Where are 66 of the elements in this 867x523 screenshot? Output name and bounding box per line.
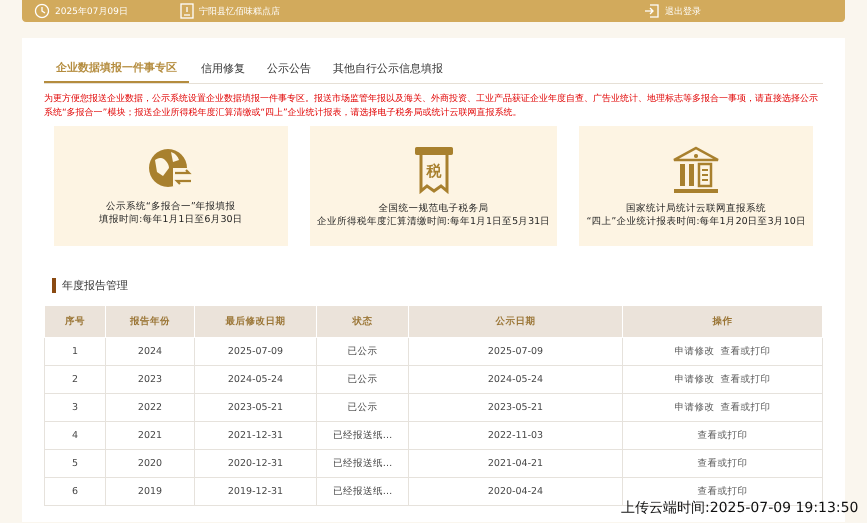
table-cell: 2024 <box>106 338 194 366</box>
card-title: 国家统计局统计云联网直报系统 <box>626 202 766 215</box>
table-cell: 2021-04-21 <box>408 450 622 478</box>
tab[interactable]: 公示公告 <box>257 52 321 83</box>
date-text: 2025年07月09日 <box>55 6 128 18</box>
table-cell: 2021-12-31 <box>194 422 316 450</box>
action-link[interactable]: 查看或打印 <box>698 486 748 497</box>
clock-icon <box>34 3 50 19</box>
notice-text: 为更方便您报送企业数据，公示系统设置企业数据填报一件事专区。报送市场监管年报以及海关、外商投资、工业产品获证企业年度自查、广告业统计、地理标志等多报合一事项，请直接选择公示系统“多报合一”模块；报送企业所得税年度汇算清缴或“四上”企业统计报表，请选择电子税务局或统计云联网直报系统。 <box>44 92 819 120</box>
action-link[interactable]: 申请修改 <box>674 346 714 357</box>
table-cell: 2025-07-09 <box>408 338 622 366</box>
table-cell: 2020-12-31 <box>194 450 316 478</box>
action-link[interactable]: 查看或打印 <box>698 458 748 469</box>
service-card[interactable]: 国家统计局统计云联网直报系统 “四上”企业统计报表时间:每年1月20日至3月10日 <box>579 126 813 246</box>
table-cell: 已经报送纸… <box>316 450 408 478</box>
tab[interactable]: 信用修复 <box>191 52 255 83</box>
card-period: 企业所得税年度汇算清缴时间:每年1月1日至5月31日 <box>316 215 550 228</box>
section-marker <box>52 278 56 293</box>
card-period: “四上”企业统计报表时间:每年1月20日至3月10日 <box>586 215 806 228</box>
column-header: 状态 <box>316 306 408 338</box>
action-link[interactable]: 查看或打印 <box>720 374 770 385</box>
card-title: 全国统一规范电子税务局 <box>378 202 488 215</box>
table-cell: 2020-04-24 <box>408 478 622 506</box>
table-cell: 2023-05-21 <box>408 394 622 422</box>
action-link[interactable]: 申请修改 <box>674 374 714 385</box>
table-cell: 2 <box>44 366 106 394</box>
table-cell: 2022-11-03 <box>408 422 622 450</box>
store-icon <box>180 3 194 19</box>
table-cell: 4 <box>44 422 106 450</box>
table-cell: 已公示 <box>316 394 408 422</box>
table-cell: 6 <box>44 478 106 506</box>
tab[interactable]: 其他自行公示信息填报 <box>323 52 453 83</box>
action-link[interactable]: 申请修改 <box>674 402 714 413</box>
action-link[interactable]: 查看或打印 <box>720 346 770 357</box>
section-title: 年度报告管理 <box>62 278 128 293</box>
service-card[interactable]: 公示系统“多报合一”年报填报 填报时间:每年1月1日至6月30日 <box>54 126 288 246</box>
table-cell: 2024-05-24 <box>194 366 316 394</box>
column-header: 公示日期 <box>408 306 622 338</box>
card-period: 填报时间:每年1月1日至6月30日 <box>99 213 243 226</box>
table-cell: 已公示 <box>316 366 408 394</box>
store-name: 宁阳县忆佰味糕点店 <box>198 6 280 18</box>
action-link[interactable]: 查看或打印 <box>720 402 770 413</box>
table-cell: 2022 <box>106 394 194 422</box>
column-header: 序号 <box>44 306 106 338</box>
table-cell: 2025-07-09 <box>194 338 316 366</box>
column-header: 最后修改日期 <box>194 306 316 338</box>
table-cell: 3 <box>44 394 106 422</box>
column-header: 操作 <box>622 306 822 338</box>
table-cell: 2019-12-31 <box>194 478 316 506</box>
table-cell: 1 <box>44 338 106 366</box>
column-header: 报告年份 <box>106 306 194 338</box>
table-cell: 已经报送纸… <box>316 422 408 450</box>
table-cell: 5 <box>44 450 106 478</box>
table-cell: 2023-05-21 <box>194 394 316 422</box>
table-cell: 2019 <box>106 478 194 506</box>
logout-icon[interactable] <box>644 3 660 19</box>
card-title: 公示系统“多报合一”年报填报 <box>106 200 236 213</box>
table-cell: 2020 <box>106 450 194 478</box>
service-card[interactable]: 税 全国统一规范电子税务局 企业所得税年度汇算清缴时间:每年1月1日至5月31日 <box>310 126 558 246</box>
table-cell: 2021 <box>106 422 194 450</box>
table-cell: 2023 <box>106 366 194 394</box>
table-cell: 已公示 <box>316 338 408 366</box>
upload-timestamp: 上传云端时间:2025-07-09 19:13:50 <box>620 499 860 517</box>
action-link[interactable]: 查看或打印 <box>698 430 748 441</box>
table-cell: 已经报送纸… <box>316 478 408 506</box>
table-cell: 2024-05-24 <box>408 366 622 394</box>
